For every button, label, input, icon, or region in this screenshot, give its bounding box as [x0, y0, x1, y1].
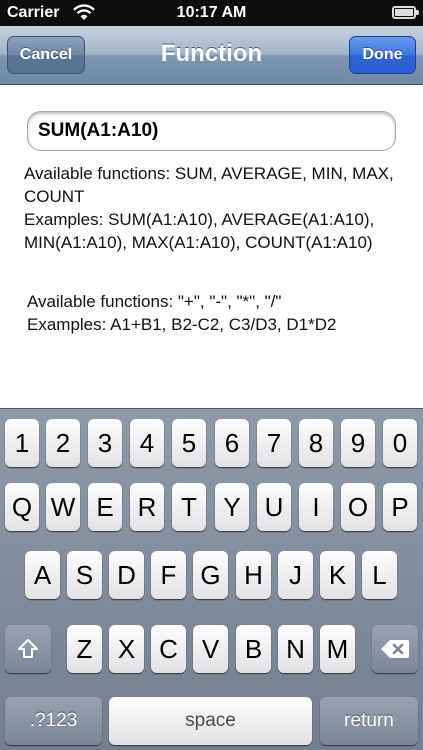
- key-3[interactable]: 3: [88, 419, 122, 467]
- key-5[interactable]: 5: [172, 419, 206, 467]
- key-f[interactable]: F: [151, 551, 186, 599]
- battery-icon: [392, 6, 419, 19]
- key-9[interactable]: 9: [341, 419, 375, 467]
- key-j[interactable]: J: [278, 551, 313, 599]
- key-4[interactable]: 4: [130, 419, 164, 467]
- key-7[interactable]: 7: [257, 419, 291, 467]
- key-l[interactable]: L: [362, 551, 397, 599]
- key-i[interactable]: I: [299, 483, 333, 531]
- key-v[interactable]: V: [193, 625, 228, 673]
- key-s[interactable]: S: [67, 551, 102, 599]
- examples-line-continued: MIN(A1:A10), MAX(A1:A10), COUNT(A1:A10): [24, 233, 373, 252]
- delete-key[interactable]: [372, 625, 418, 673]
- key-6[interactable]: 6: [215, 419, 249, 467]
- numbers-mode-key[interactable]: .?123: [5, 697, 102, 745]
- functions-line-continued: COUNT: [24, 187, 85, 206]
- key-d[interactable]: D: [109, 551, 144, 599]
- key-1[interactable]: 1: [5, 419, 39, 467]
- shift-key[interactable]: [5, 625, 51, 673]
- key-a[interactable]: A: [25, 551, 60, 599]
- key-0[interactable]: 0: [383, 419, 417, 467]
- key-z[interactable]: Z: [67, 625, 102, 673]
- backspace-icon: [381, 640, 409, 658]
- key-o[interactable]: O: [341, 483, 375, 531]
- key-e[interactable]: E: [88, 483, 122, 531]
- key-2[interactable]: 2: [46, 419, 80, 467]
- key-m[interactable]: M: [320, 625, 355, 673]
- key-r[interactable]: R: [130, 483, 164, 531]
- formula-input[interactable]: SUM(A1:A10): [27, 111, 396, 151]
- operator-examples-line: Examples: A1+B1, B2-C2, C3/D3, D1*D2: [27, 315, 337, 334]
- clock: 10:17 AM: [176, 4, 247, 21]
- key-8[interactable]: 8: [299, 419, 333, 467]
- status-bar: Carrier 10:17 AM: [0, 0, 423, 26]
- key-g[interactable]: G: [193, 551, 228, 599]
- return-key[interactable]: return: [320, 697, 418, 745]
- key-k[interactable]: K: [320, 551, 355, 599]
- operators-help: Available functions: "+", "-", "*", "/" …: [27, 290, 417, 336]
- key-w[interactable]: W: [46, 483, 80, 531]
- shift-arrow-icon: [18, 639, 38, 658]
- key-x[interactable]: X: [109, 625, 144, 673]
- keyboard: 1 2 3 4 5 6 7 8 9 0 Q W E R T Y U I O P …: [0, 408, 423, 750]
- key-y[interactable]: Y: [215, 483, 249, 531]
- navigation-bar: Cancel Function Done: [0, 26, 423, 85]
- key-n[interactable]: N: [278, 625, 313, 673]
- key-h[interactable]: H: [236, 551, 271, 599]
- functions-line: Available functions: SUM, AVERAGE, MIN, …: [24, 164, 394, 183]
- operators-line: Available functions: "+", "-", "*", "/": [27, 292, 282, 311]
- key-c[interactable]: C: [151, 625, 186, 673]
- key-q[interactable]: Q: [5, 483, 39, 531]
- done-button[interactable]: Done: [349, 36, 416, 74]
- functions-help: Available functions: SUM, AVERAGE, MIN, …: [24, 162, 422, 254]
- key-b[interactable]: B: [236, 625, 271, 673]
- key-u[interactable]: U: [257, 483, 291, 531]
- key-t[interactable]: T: [172, 483, 206, 531]
- key-p[interactable]: P: [383, 483, 417, 531]
- examples-line: Examples: SUM(A1:A10), AVERAGE(A1:A10),: [24, 210, 375, 229]
- space-key[interactable]: space: [109, 697, 312, 745]
